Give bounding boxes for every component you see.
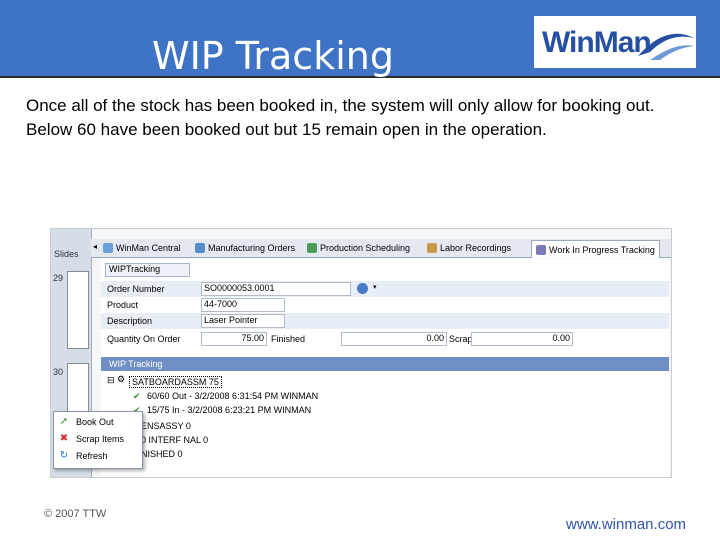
logo-text: WinMan xyxy=(542,26,652,59)
description-label: Description xyxy=(107,316,153,326)
product-row: Product 44-7000 xyxy=(101,297,669,313)
lookup-icon[interactable] xyxy=(357,283,368,294)
gear-icon: ⚙ xyxy=(117,374,126,384)
winman-logo: WinMan xyxy=(534,16,696,68)
finished-field[interactable]: 0.00 xyxy=(341,332,447,346)
refresh-icon: ↻ xyxy=(59,450,69,461)
menu-item-scrap-items[interactable]: ✖ Scrap Items xyxy=(58,433,124,445)
slide-number: 29 xyxy=(53,273,64,283)
book-out-icon: ➚ xyxy=(59,416,69,427)
tab-bar: ◂ WinMan Central Manufacturing Orders Pr… xyxy=(91,239,671,258)
quantity-field[interactable]: 75.00 xyxy=(201,332,267,346)
order-number-label: Order Number xyxy=(107,284,165,294)
tab-labor-recordings[interactable]: Labor Recordings xyxy=(427,241,511,255)
tree-node[interactable]: 0 INTERF NAL 0 xyxy=(141,435,208,445)
wip-icon xyxy=(536,244,546,255)
menu-item-refresh[interactable]: ↻ Refresh xyxy=(58,450,108,462)
tab-label: Work In Progress Tracking xyxy=(549,244,655,255)
product-field[interactable]: 44-7000 xyxy=(201,298,285,312)
tree-root-node[interactable]: SATBOARDASSM 75 xyxy=(129,376,222,388)
app-screenshot: Slides 29 30 ◂ WinMan Central Manufactur… xyxy=(50,228,672,478)
slide-thumbnail[interactable] xyxy=(67,271,89,349)
copyright-text: © 2007 TTW xyxy=(44,508,107,520)
website-link[interactable]: www.winman.com xyxy=(566,516,686,533)
scrap-icon: ✖ xyxy=(59,433,69,444)
tab-work-in-progress-tracking[interactable]: Work In Progress Tracking xyxy=(531,240,660,258)
menu-item-label: Scrap Items xyxy=(76,434,125,444)
wip-tracking-bar: WIP Tracking xyxy=(101,357,669,371)
finished-label: Finished xyxy=(271,334,306,344)
tab-winman-central[interactable]: WinMan Central xyxy=(103,241,181,255)
slide-title: WIP Tracking xyxy=(152,34,394,78)
tree-node-in[interactable]: 15/75 In - 3/2/2008 6:23:21 PM WINMAN xyxy=(147,405,311,415)
tree-node-out[interactable]: 60/60 Out - 3/2/2008 6:31:54 PM WINMAN xyxy=(147,391,318,401)
tree-node[interactable]: NISHED 0 xyxy=(141,449,183,459)
wip-tree: ⊟ ⚙ SATBOARDASSM 75 ✔ 60/60 Out - 3/2/20… xyxy=(101,371,669,477)
tab-label: WinMan Central xyxy=(116,243,181,253)
slides-label: Slides xyxy=(54,249,79,259)
tab-left-arrow-icon[interactable]: ◂ xyxy=(93,242,97,251)
dropdown-chevron-icon[interactable]: ▾ xyxy=(373,283,377,291)
scrapped-field[interactable]: 0.00 xyxy=(471,332,573,346)
context-menu: ➚ Book Out ✖ Scrap Items ↻ Refresh xyxy=(53,411,143,469)
slide-body-text: Once all of the stock has been booked in… xyxy=(26,96,655,139)
tab-label: Labor Recordings xyxy=(440,243,512,253)
tab-label: Production Scheduling xyxy=(320,243,411,253)
wip-form: WIPTracking Order Number SO0000053.0001 … xyxy=(101,259,669,357)
slide-number: 30 xyxy=(53,367,64,377)
quantity-label: Quantity On Order xyxy=(107,334,181,344)
home-icon xyxy=(103,243,113,253)
description-row: Description Laser Pointer xyxy=(101,313,669,329)
product-label: Product xyxy=(107,300,139,310)
slide-header: WIP Tracking WinMan xyxy=(0,0,720,78)
logo-swoosh-icon xyxy=(638,33,694,60)
tree-collapse-icon[interactable]: ⊟ xyxy=(107,375,115,386)
people-icon xyxy=(195,243,205,253)
description-field[interactable]: Laser Pointer xyxy=(201,314,285,328)
tab-manufacturing-orders[interactable]: Manufacturing Orders xyxy=(195,241,295,255)
chart-icon xyxy=(307,243,317,253)
order-number-field[interactable]: SO0000053.0001 xyxy=(201,282,351,296)
clock-icon xyxy=(427,243,437,253)
tree-node[interactable]: ENSASSY 0 xyxy=(141,421,191,431)
form-header: WIPTracking xyxy=(105,263,190,277)
tab-production-scheduling[interactable]: Production Scheduling xyxy=(307,241,410,255)
quantity-row: Quantity On Order 75.00 Finished 0.00 Sc… xyxy=(101,331,669,347)
tab-label: Manufacturing Orders xyxy=(208,243,296,253)
menu-item-book-out[interactable]: ➚ Book Out xyxy=(58,416,114,428)
menu-item-label: Refresh xyxy=(76,451,108,461)
check-icon: ✔ xyxy=(133,391,141,401)
menu-item-label: Book Out xyxy=(76,417,114,427)
order-number-row: Order Number SO0000053.0001 ▾ xyxy=(101,281,669,297)
